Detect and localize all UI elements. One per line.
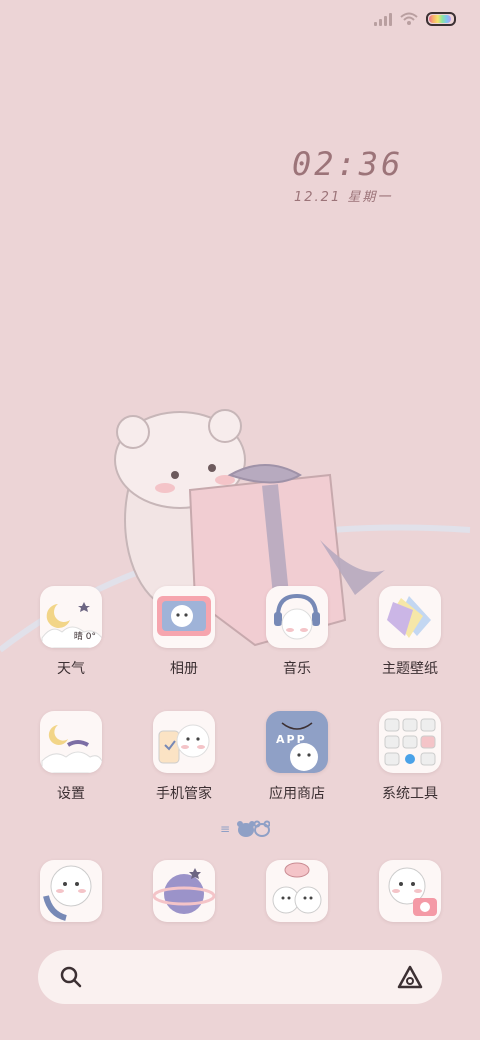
dock-browser[interactable]: [139, 860, 229, 922]
app-system-tools[interactable]: 系统工具: [365, 711, 455, 803]
dock-messages[interactable]: [252, 860, 342, 922]
clock-time[interactable]: 02:36: [292, 145, 403, 183]
wifi-icon: [400, 12, 418, 25]
battery-icon: [426, 12, 456, 26]
themes-icon: [379, 586, 441, 648]
app-settings[interactable]: 设置: [26, 711, 116, 803]
music-icon: [266, 586, 328, 648]
camera-icon: [379, 860, 441, 922]
clock-date: 12.21 星期一: [294, 190, 393, 205]
signal-icon: [374, 12, 392, 26]
app-weather[interactable]: 晴 0° 天气: [26, 586, 116, 678]
app-label: 手机管家: [156, 786, 212, 802]
app-label: 天气: [57, 661, 85, 677]
phone-manager-icon: [153, 711, 215, 773]
app-label: 系统工具: [382, 786, 438, 802]
search-icon[interactable]: [58, 964, 84, 990]
messages-icon: [266, 860, 328, 922]
dock-phone[interactable]: [26, 860, 116, 922]
system-tools-icon: [379, 711, 441, 773]
browser-icon: [153, 860, 215, 922]
assistant-icon[interactable]: [396, 964, 424, 990]
page-indicator[interactable]: ≡: [220, 820, 271, 838]
menu-lines-icon: ≡: [220, 822, 231, 836]
app-music[interactable]: 音乐: [252, 586, 342, 678]
weather-badge: 晴 0°: [73, 632, 96, 642]
settings-icon: [40, 711, 102, 773]
dock-camera[interactable]: [365, 860, 455, 922]
weather-icon: 晴 0°: [40, 586, 102, 648]
gallery-icon: [153, 586, 215, 648]
phone-icon: [40, 860, 102, 922]
search-bar[interactable]: [38, 950, 442, 1004]
app-phone-manager[interactable]: 手机管家: [139, 711, 229, 803]
app-store-badge: APP: [276, 733, 307, 746]
app-label: 设置: [57, 786, 85, 802]
status-bar: [374, 12, 456, 26]
app-label: 音乐: [283, 661, 311, 677]
app-label: 应用商店: [269, 786, 325, 802]
app-label: 主题壁纸: [382, 661, 438, 677]
app-store[interactable]: APP 应用商店: [252, 711, 342, 803]
app-themes[interactable]: 主题壁纸: [365, 586, 455, 678]
app-gallery[interactable]: 相册: [139, 586, 229, 678]
bear-page-icon: [237, 820, 271, 837]
app-store-icon: APP: [266, 711, 328, 773]
app-label: 相册: [170, 661, 198, 677]
